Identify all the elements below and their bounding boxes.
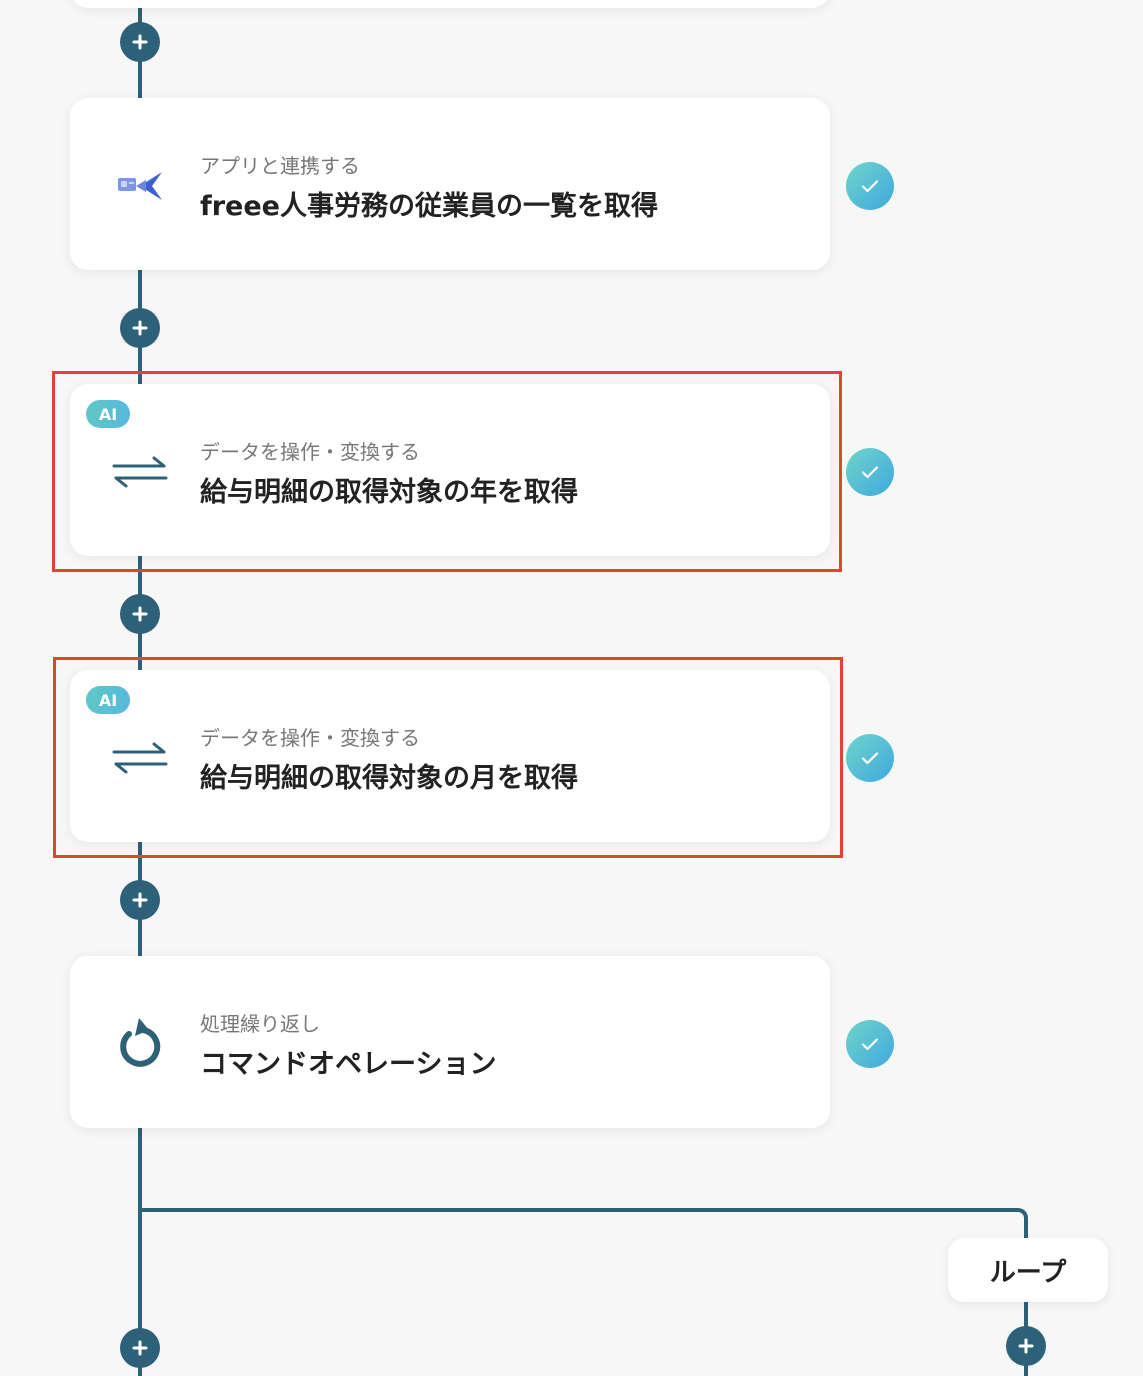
ai-badge: AI xyxy=(86,686,130,714)
convert-arrows-icon xyxy=(110,442,170,502)
add-step-button[interactable] xyxy=(120,22,160,62)
step-title: 給与明細の取得対象の年を取得 xyxy=(200,477,578,508)
add-step-button[interactable] xyxy=(120,1328,160,1368)
plus-icon xyxy=(132,606,148,622)
step-card-get-year[interactable]: AI データを操作・変換する 給与明細の取得対象の年を取得 xyxy=(70,384,830,556)
previous-step-card[interactable] xyxy=(70,0,830,8)
plus-icon xyxy=(132,1340,148,1356)
step-card-get-month[interactable]: AI データを操作・変換する 給与明細の取得対象の月を取得 xyxy=(70,670,830,842)
step-category: データを操作・変換する xyxy=(200,726,420,750)
ai-badge: AI xyxy=(86,400,130,428)
step-card-freee-employees[interactable]: アプリと連携する freee人事労務の従業員の一覧を取得 xyxy=(70,98,830,270)
loop-branch-label[interactable]: ループ xyxy=(948,1238,1108,1302)
add-loop-step-button[interactable] xyxy=(1006,1326,1046,1366)
step-title: freee人事労務の従業員の一覧を取得 xyxy=(200,191,658,222)
add-step-button[interactable] xyxy=(120,308,160,348)
step-title: コマンドオペレーション xyxy=(200,1049,497,1080)
step-complete-check-icon xyxy=(846,1020,894,1068)
step-title: 給与明細の取得対象の月を取得 xyxy=(200,763,578,794)
loop-branch-line xyxy=(140,1208,1016,1212)
step-complete-check-icon xyxy=(846,448,894,496)
convert-arrows-icon xyxy=(110,728,170,788)
step-category: アプリと連携する xyxy=(200,154,360,178)
loop-repeat-icon xyxy=(110,1014,170,1074)
freee-hr-app-icon xyxy=(110,156,170,216)
step-card-loop[interactable]: 処理繰り返し コマンドオペレーション xyxy=(70,956,830,1128)
step-complete-check-icon xyxy=(846,734,894,782)
plus-icon xyxy=(132,892,148,908)
step-category: 処理繰り返し xyxy=(200,1012,320,1036)
plus-icon xyxy=(1018,1338,1034,1354)
add-step-button[interactable] xyxy=(120,594,160,634)
step-category: データを操作・変換する xyxy=(200,440,420,464)
loop-branch-corner xyxy=(1000,1208,1028,1238)
plus-icon xyxy=(132,34,148,50)
add-step-button[interactable] xyxy=(120,880,160,920)
step-complete-check-icon xyxy=(846,162,894,210)
plus-icon xyxy=(132,320,148,336)
